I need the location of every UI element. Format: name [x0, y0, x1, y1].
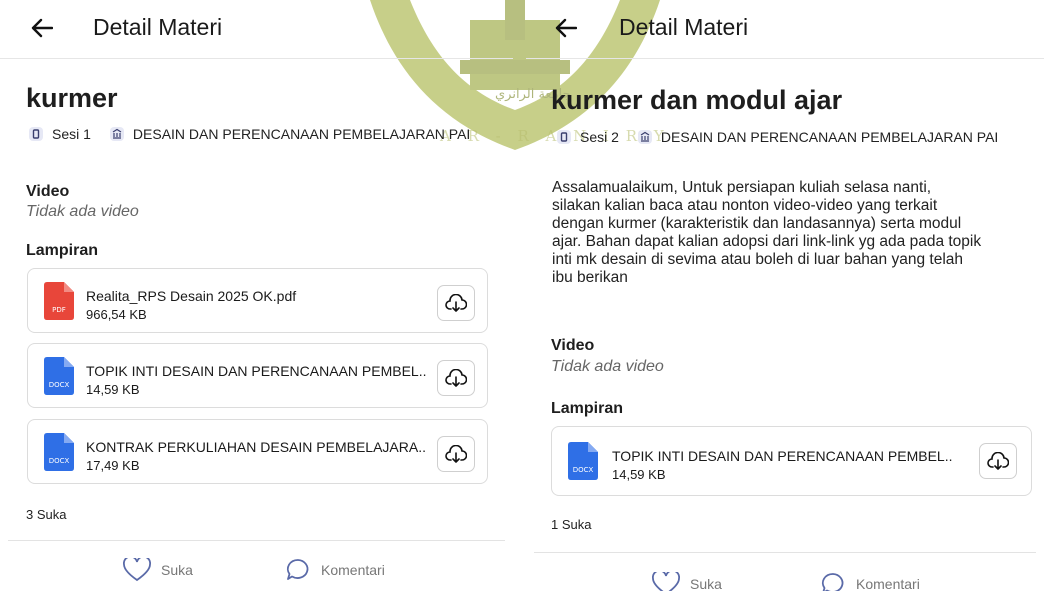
- cloud-download-icon: [445, 369, 467, 387]
- app-header: Detail Materi: [0, 0, 513, 59]
- like-count: 1 Suka: [551, 517, 592, 532]
- course-label: DESAIN DAN PERENCANAAN PEMBELAJARAN PAI: [132, 126, 471, 142]
- file-name: KONTRAK PERKULIAHAN DESAIN PEMBELAJARA..…: [86, 439, 426, 455]
- download-button[interactable]: [437, 360, 475, 396]
- download-button[interactable]: [437, 285, 475, 321]
- docx-file-icon: DOCX: [44, 357, 74, 395]
- svg-text:PDF: PDF: [52, 306, 66, 314]
- description-line: dengan kurmer (karakteristik dan landasa…: [552, 215, 962, 232]
- course-label: DESAIN DAN PERENCANAAN PEMBELAJARAN PAI: [660, 129, 999, 145]
- like-label: Suka: [161, 562, 193, 578]
- svg-text:DOCX: DOCX: [573, 466, 594, 474]
- heart-icon: [652, 572, 680, 591]
- back-button[interactable]: [552, 14, 580, 42]
- page-title: Detail Materi: [93, 14, 223, 40]
- material-meta: Sesi 2 DESAIN DAN PERENCANAAN PEMBELAJAR…: [556, 129, 998, 145]
- pdf-file-icon: PDF: [44, 282, 74, 320]
- download-button[interactable]: [437, 436, 475, 472]
- divider: [534, 552, 1036, 553]
- attachment-card[interactable]: PDF Realita_RPS Desain 2025 OK.pdf 966,5…: [27, 268, 488, 333]
- file-name: TOPIK INTI DESAIN DAN PERENCANAAN PEMBEL…: [86, 363, 426, 379]
- video-label: Video: [26, 183, 70, 200]
- session-icon: [556, 129, 572, 145]
- like-label: Suka: [690, 576, 722, 591]
- description-line: inti mk desain di sevima atau boleh di l…: [552, 251, 964, 268]
- attachment-card[interactable]: DOCX KONTRAK PERKULIAHAN DESAIN PEMBELAJ…: [27, 419, 488, 484]
- like-count: 3 Suka: [26, 507, 67, 522]
- description-line: ajar. Bahan dapat kalian adopsi dari lin…: [552, 233, 982, 250]
- file-name: TOPIK INTI DESAIN DAN PERENCANAAN PEMBEL…: [612, 448, 952, 464]
- download-button[interactable]: [979, 443, 1017, 479]
- file-name: Realita_RPS Desain 2025 OK.pdf: [86, 288, 297, 304]
- description-line: silakan kalian baca atau nonton video-vi…: [552, 197, 938, 214]
- attachments-label: Lampiran: [551, 400, 624, 417]
- svg-text:DOCX: DOCX: [49, 457, 70, 465]
- attachment-card[interactable]: DOCX TOPIK INTI DESAIN DAN PERENCANAAN P…: [27, 343, 488, 408]
- material-title: kurmer dan modul ajar: [551, 85, 843, 115]
- description-line: Assalamualaikum, Untuk persiapan kuliah …: [552, 179, 932, 196]
- material-meta: Sesi 1 DESAIN DAN PERENCANAAN PEMBELAJAR…: [28, 126, 470, 142]
- docx-file-icon: DOCX: [44, 433, 74, 471]
- arrow-left-icon: [555, 18, 577, 38]
- attachments-label: Lampiran: [26, 242, 99, 259]
- page-title: Detail Materi: [619, 14, 749, 40]
- video-label: Video: [551, 337, 595, 354]
- description-line: ibu berikan: [552, 269, 628, 286]
- arrow-left-icon: [31, 18, 53, 38]
- file-size: 14,59 KB: [86, 382, 140, 397]
- comment-label: Komentari: [321, 562, 385, 578]
- cloud-download-icon: [445, 445, 467, 463]
- comment-label: Komentari: [856, 576, 920, 591]
- attachment-card[interactable]: DOCX TOPIK INTI DESAIN DAN PERENCANAAN P…: [551, 426, 1032, 496]
- file-size: 17,49 KB: [86, 458, 140, 473]
- divider: [8, 540, 505, 541]
- video-empty-text: Tidak ada video: [551, 358, 664, 375]
- left-screen: Detail Materi kurmer Sesi 1 DESAIN DAN P…: [0, 0, 513, 591]
- material-description: Assalamualaikum, Untuk persiapan kuliah …: [552, 179, 1042, 287]
- heart-icon: [123, 558, 151, 582]
- cloud-download-icon: [987, 452, 1009, 470]
- back-button[interactable]: [28, 14, 56, 42]
- video-empty-text: Tidak ada video: [26, 203, 139, 220]
- like-button[interactable]: Suka: [652, 572, 722, 591]
- session-label: Sesi 1: [52, 126, 91, 142]
- comment-button[interactable]: Komentari: [285, 558, 385, 582]
- comment-icon: [821, 573, 844, 591]
- app-header: Detail Materi: [526, 0, 1044, 59]
- course-icon: [637, 129, 653, 145]
- comment-button[interactable]: Komentari: [820, 572, 920, 591]
- file-size: 966,54 KB: [86, 307, 147, 322]
- docx-file-icon: DOCX: [568, 442, 598, 480]
- material-title: kurmer: [26, 83, 118, 113]
- like-button[interactable]: Suka: [123, 558, 193, 582]
- course-icon: [109, 126, 125, 142]
- cloud-download-icon: [445, 294, 467, 312]
- file-size: 14,59 KB: [612, 467, 666, 482]
- session-label: Sesi 2: [580, 129, 619, 145]
- comment-icon: [286, 559, 309, 580]
- right-screen: Detail Materi kurmer dan modul ajar Sesi…: [526, 0, 1044, 591]
- session-icon: [28, 126, 44, 142]
- svg-text:DOCX: DOCX: [49, 381, 70, 389]
